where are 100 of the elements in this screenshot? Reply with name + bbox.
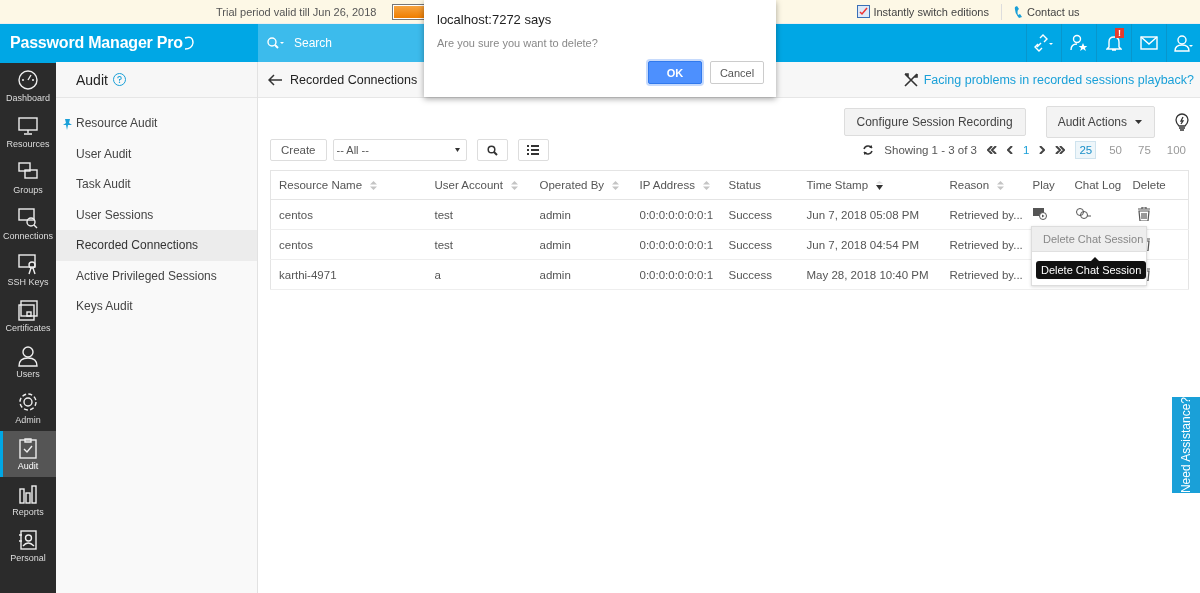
dashboard-icon xyxy=(17,69,39,91)
table-cell: admin xyxy=(539,238,571,251)
editions-icon xyxy=(857,5,871,18)
nav-rail-item[interactable]: Admin xyxy=(0,385,56,431)
current-page: 1 xyxy=(1023,144,1030,156)
filter-dropdown[interactable]: -- All -- xyxy=(332,139,467,161)
configure-recording-button[interactable]: Configure Session Recording xyxy=(843,108,1026,136)
subnav-item[interactable]: Task Audit xyxy=(56,169,257,200)
phone-icon xyxy=(1013,4,1024,19)
contact-book-icon xyxy=(17,529,39,551)
table-cell: admin xyxy=(539,208,571,221)
subnav-item[interactable]: Resource Audit xyxy=(56,108,257,139)
connections-icon xyxy=(17,207,39,229)
list-icon xyxy=(527,145,540,155)
nav-rail-item[interactable]: Connections xyxy=(0,201,56,247)
nav-rail-item[interactable]: Personal xyxy=(0,523,56,569)
back-arrow-icon[interactable] xyxy=(268,73,282,86)
cancel-button[interactable]: Cancel xyxy=(710,61,764,84)
mail-icon[interactable] xyxy=(1140,36,1158,50)
pin-icon[interactable] xyxy=(63,119,72,130)
certificates-icon xyxy=(17,299,39,321)
column-header[interactable]: Resource Name xyxy=(279,179,378,191)
table-cell: Success xyxy=(728,238,772,251)
clipboard-check-icon xyxy=(17,437,39,459)
table-cell: karthi-4971 xyxy=(279,268,337,281)
nav-rail-item[interactable]: Resources xyxy=(0,109,56,155)
user-star-icon[interactable] xyxy=(1070,34,1088,52)
search-button[interactable] xyxy=(476,139,508,161)
pagination-summary: Showing 1 - 3 of 3 xyxy=(884,144,977,156)
lightbulb-icon[interactable] xyxy=(1175,112,1189,132)
columns-list-button[interactable] xyxy=(517,139,549,161)
audit-actions-button[interactable]: Audit Actions xyxy=(1045,106,1155,138)
first-page-icon[interactable] xyxy=(987,146,997,154)
subnav-item[interactable]: Keys Audit xyxy=(56,291,257,322)
table-cell: a xyxy=(434,268,441,281)
column-header[interactable]: Reason xyxy=(949,179,1005,191)
sort-descending-icon[interactable] xyxy=(876,180,884,190)
dropdown-caret-icon xyxy=(454,148,460,152)
column-header[interactable]: User Account xyxy=(434,179,518,191)
section-title: Audit xyxy=(76,71,108,88)
caret-icon xyxy=(1135,120,1142,124)
contact-us-link[interactable]: Contact us xyxy=(1026,5,1080,18)
table-cell: Retrieved by... xyxy=(949,208,1023,221)
table-cell: Success xyxy=(728,208,772,221)
table-cell: centos xyxy=(279,208,313,221)
search-icon xyxy=(486,144,498,156)
bar-chart-icon xyxy=(17,483,39,505)
page-title: Recorded Connections xyxy=(290,72,418,87)
play-recording-icon[interactable] xyxy=(1032,207,1047,220)
table-cell: centos xyxy=(279,238,313,251)
ssh-keys-icon xyxy=(17,253,39,275)
nav-rail-item[interactable]: Audit xyxy=(0,431,56,477)
user-icon xyxy=(17,345,39,367)
user-icon[interactable] xyxy=(1174,34,1194,52)
nav-rail-item[interactable]: Users xyxy=(0,339,56,385)
table-cell: Retrieved by... xyxy=(949,268,1023,281)
create-button[interactable]: Create xyxy=(270,139,327,161)
bell-icon[interactable] xyxy=(1106,34,1122,52)
switch-editions-link[interactable]: Instantly switch editions xyxy=(873,5,989,18)
column-header[interactable]: IP Address xyxy=(639,179,710,191)
table-cell: Jun 7, 2018 04:54 PM xyxy=(806,238,920,251)
column-header: Delete xyxy=(1132,179,1166,191)
column-header[interactable]: Operated By xyxy=(539,179,620,191)
table-cell: Jun 7, 2018 05:08 PM xyxy=(806,208,920,221)
dialog-message: Are you sure you want to delete? xyxy=(437,37,599,49)
subnav-item[interactable]: User Audit xyxy=(56,138,257,169)
column-header: Status xyxy=(728,179,762,191)
column-header[interactable]: Time Stamp xyxy=(806,179,884,191)
gear-icon xyxy=(17,391,39,413)
monitor-icon xyxy=(17,115,39,137)
last-page-icon[interactable] xyxy=(1055,146,1066,154)
search-icon xyxy=(266,36,284,50)
trial-text: Trial period valid till Jun 26, 2018 xyxy=(216,5,377,18)
table-cell: Retrieved by... xyxy=(949,238,1023,251)
notification-badge: ! xyxy=(1115,28,1124,38)
nav-rail-item[interactable]: Certificates xyxy=(0,293,56,339)
table-cell: admin xyxy=(539,268,571,281)
table-cell: 0:0:0:0:0:0:0:1 xyxy=(639,268,714,281)
table-cell: 0:0:0:0:0:0:0:1 xyxy=(639,208,714,221)
nav-rail-item[interactable]: SSH Keys xyxy=(0,247,56,293)
next-page-icon[interactable] xyxy=(1039,146,1046,154)
subnav-item[interactable]: User Sessions xyxy=(56,199,257,230)
subnav-item[interactable]: Active Privileged Sessions xyxy=(56,260,257,291)
column-header: Chat Log xyxy=(1074,179,1122,191)
nav-rail-item[interactable]: Groups xyxy=(0,155,56,201)
subnav-item[interactable]: Recorded Connections xyxy=(56,230,257,261)
previous-page-icon[interactable] xyxy=(1007,146,1013,154)
table-cell: test xyxy=(434,238,454,251)
nav-rail-item[interactable]: Reports xyxy=(0,477,56,523)
logo-swirl-icon xyxy=(182,35,195,51)
link-icon[interactable] xyxy=(1034,34,1054,52)
table-cell: May 28, 2018 10:40 PM xyxy=(806,268,929,281)
trash-icon[interactable] xyxy=(1136,206,1151,221)
nav-rail-item[interactable]: Dashboard xyxy=(0,63,56,109)
dialog-title: localhost:7272 says xyxy=(437,12,553,27)
table-cell: 0:0:0:0:0:0:0:1 xyxy=(639,238,714,251)
table-cell: test xyxy=(434,208,454,221)
table-cell: Success xyxy=(728,268,772,281)
refresh-icon[interactable] xyxy=(862,144,875,156)
chat-log-icon[interactable] xyxy=(1074,207,1091,220)
